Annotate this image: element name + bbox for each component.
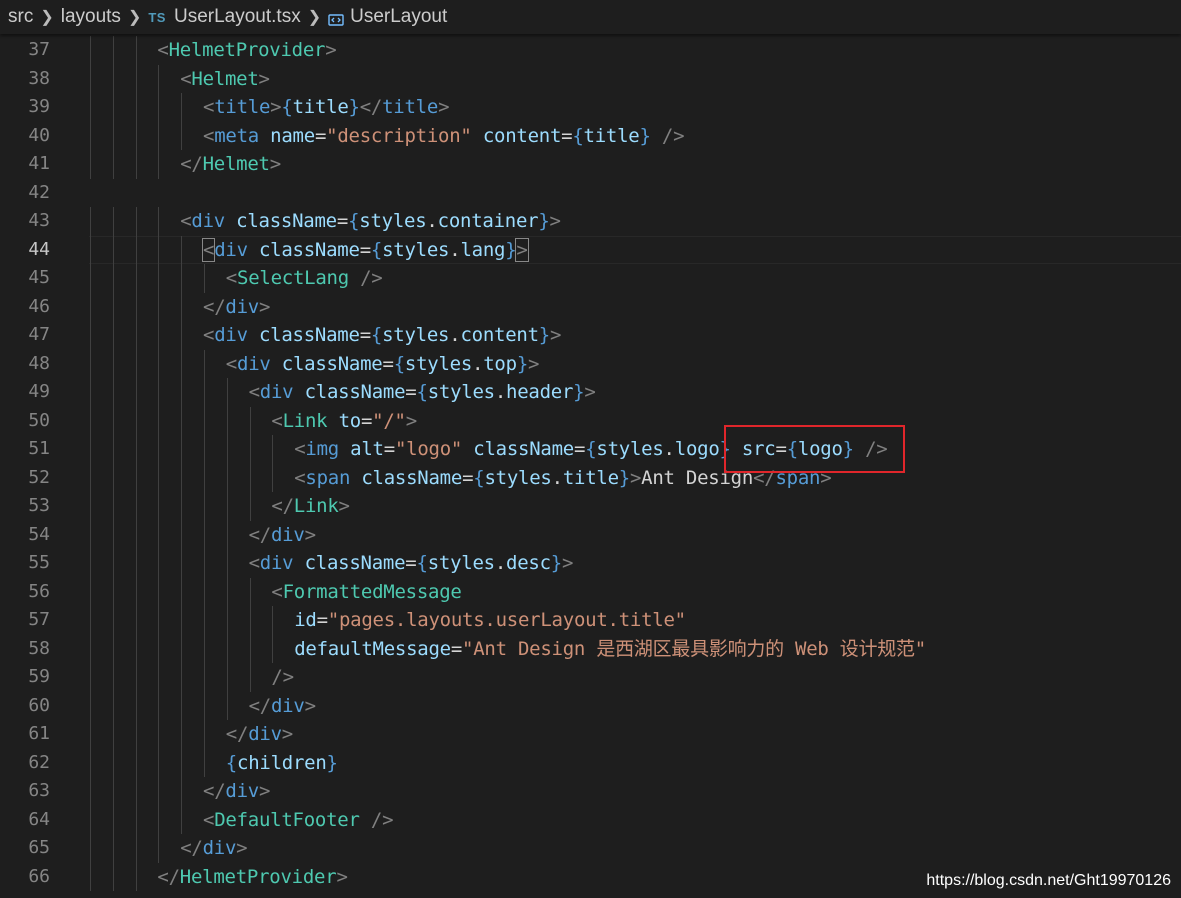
highlight-annotation-box [724, 425, 905, 473]
code-text: <FormattedMessage [271, 580, 462, 603]
code-line[interactable]: 57 id="pages.layouts.userLayout.title" [0, 606, 1181, 635]
line-number: 61 [28, 723, 50, 744]
line-number: 65 [28, 837, 50, 858]
line-number: 56 [28, 580, 50, 602]
line-number: 39 [28, 96, 50, 117]
code-text: </Link> [271, 495, 350, 517]
line-number: 59 [28, 666, 50, 687]
line-number: 64 [28, 808, 50, 830]
code-text: <div className={styles.top}> [225, 352, 540, 375]
code-line[interactable]: 37 <HelmetProvider> [0, 36, 1181, 65]
breadcrumb-item-file[interactable]: UserLayout.tsx [174, 6, 301, 28]
breadcrumb-item-symbol[interactable]: UserLayout [350, 6, 447, 28]
code-editor[interactable]: 37 <HelmetProvider> 38 <Helmet> 39 <title>{ti… [0, 34, 1181, 898]
code-line[interactable]: 47 <div className={styles.content}> [0, 321, 1181, 350]
code-line[interactable]: 38 <Helmet> [0, 65, 1181, 94]
code-text: </HelmetProvider> [157, 865, 348, 888]
code-line[interactable]: 54 </div> [0, 521, 1181, 550]
code-text: <div className={styles.header}> [248, 381, 596, 403]
code-text: <meta name="description" content={title}… [203, 124, 685, 147]
breadcrumb: src ❯ layouts ❯ TS UserLayout.tsx ❯ User… [0, 0, 1181, 34]
code-text: <title>{title}</title> [203, 96, 450, 118]
code-line[interactable]: 44 <div className={styles.lang}> [0, 236, 1181, 265]
code-text: </div> [225, 723, 293, 745]
line-number: 54 [28, 523, 50, 545]
code-line[interactable]: 42 [0, 179, 1181, 208]
code-line[interactable]: 43 <div className={styles.container}> [0, 207, 1181, 236]
code-line[interactable]: 51 <img alt="logo" className={styles.logo… [0, 435, 1181, 464]
line-number: 51 [28, 438, 50, 459]
line-number: 47 [28, 324, 50, 345]
code-text: </div> [203, 780, 271, 802]
line-number: 50 [28, 409, 50, 431]
code-text: /> [271, 666, 294, 688]
chevron-right-icon: ❯ [127, 9, 142, 26]
line-number: 55 [28, 552, 50, 573]
code-line[interactable]: 48 <div className={styles.top}> [0, 350, 1181, 379]
code-line[interactable]: 58 defaultMessage="Ant Design 是西湖区最具影响力的 … [0, 635, 1181, 664]
code-text: <Helmet> [180, 67, 270, 90]
code-text: <div className={styles.container}> [180, 210, 561, 232]
code-text: <div className={styles.lang}> [201, 237, 529, 262]
code-text: <Link to="/"> [271, 409, 417, 432]
code-text: <div className={styles.content}> [203, 324, 562, 346]
code-line[interactable]: 56 <FormattedMessage [0, 578, 1181, 607]
chevron-right-icon: ❯ [307, 9, 322, 26]
chevron-right-icon: ❯ [40, 9, 54, 26]
code-line[interactable]: 41 </Helmet> [0, 150, 1181, 179]
line-number: 52 [28, 466, 50, 488]
line-number: 48 [28, 352, 50, 374]
code-line[interactable]: 62 {children} [0, 749, 1181, 778]
line-number: 66 [28, 865, 50, 887]
code-text: </Helmet> [180, 153, 281, 175]
line-number: 46 [28, 295, 50, 317]
component-symbol-icon [328, 11, 344, 26]
line-number: 62 [28, 751, 50, 773]
line-number: 60 [28, 694, 50, 716]
code-text: <SelectLang /> [225, 267, 383, 289]
code-text: </div> [180, 837, 248, 859]
code-line[interactable]: 59 /> [0, 663, 1181, 692]
line-number: 63 [28, 780, 50, 801]
watermark: https://blog.csdn.net/Ght19970126 [926, 872, 1171, 889]
line-number: 41 [28, 153, 50, 174]
code-text: </div> [248, 694, 316, 717]
line-number: 45 [28, 267, 50, 288]
code-line[interactable]: 52 <span className={styles.title}>Ant Des… [0, 464, 1181, 493]
line-number: 37 [28, 39, 50, 60]
line-number: 43 [28, 210, 50, 231]
code-line[interactable]: 55 <div className={styles.desc}> [0, 549, 1181, 578]
code-text: <div className={styles.desc}> [248, 552, 574, 574]
code-line[interactable]: 53 </Link> [0, 492, 1181, 521]
breadcrumb-item-src[interactable]: src [8, 6, 33, 28]
code-text: </div> [203, 295, 271, 318]
code-line[interactable]: 40 <meta name="description" content={titl… [0, 122, 1181, 151]
code-line[interactable]: 39 <title>{title}</title> [0, 93, 1181, 122]
code-line[interactable]: 50 <Link to="/"> [0, 407, 1181, 436]
typescript-file-icon: TS [148, 9, 166, 25]
code-line[interactable]: 60 </div> [0, 692, 1181, 721]
line-number: 58 [28, 637, 50, 659]
code-line[interactable]: 61 </div> [0, 720, 1181, 749]
code-text: <DefaultFooter /> [203, 808, 394, 831]
code-text: <HelmetProvider> [157, 39, 337, 61]
code-text: </div> [248, 523, 316, 546]
line-number: 53 [28, 495, 50, 516]
code-text: id="pages.layouts.userLayout.title" [294, 609, 686, 631]
code-line[interactable]: 63 </div> [0, 777, 1181, 806]
line-number: 42 [28, 181, 50, 203]
code-line[interactable]: 46 </div> [0, 293, 1181, 322]
code-line[interactable]: 45 <SelectLang /> [0, 264, 1181, 293]
breadcrumb-item-layouts[interactable]: layouts [61, 6, 121, 28]
line-number: 49 [28, 381, 50, 402]
code-line[interactable]: 64 <DefaultFooter /> [0, 806, 1181, 835]
line-number: 57 [28, 609, 50, 630]
line-number: 40 [28, 124, 50, 146]
code-line[interactable]: 49 <div className={styles.header}> [0, 378, 1181, 407]
code-text: {children} [225, 751, 338, 774]
line-number: 38 [28, 67, 50, 89]
code-text: defaultMessage="Ant Design 是西湖区最具影响力的 We… [294, 637, 926, 660]
code-line[interactable]: 65 </div> [0, 834, 1181, 863]
line-number: 44 [28, 238, 50, 260]
